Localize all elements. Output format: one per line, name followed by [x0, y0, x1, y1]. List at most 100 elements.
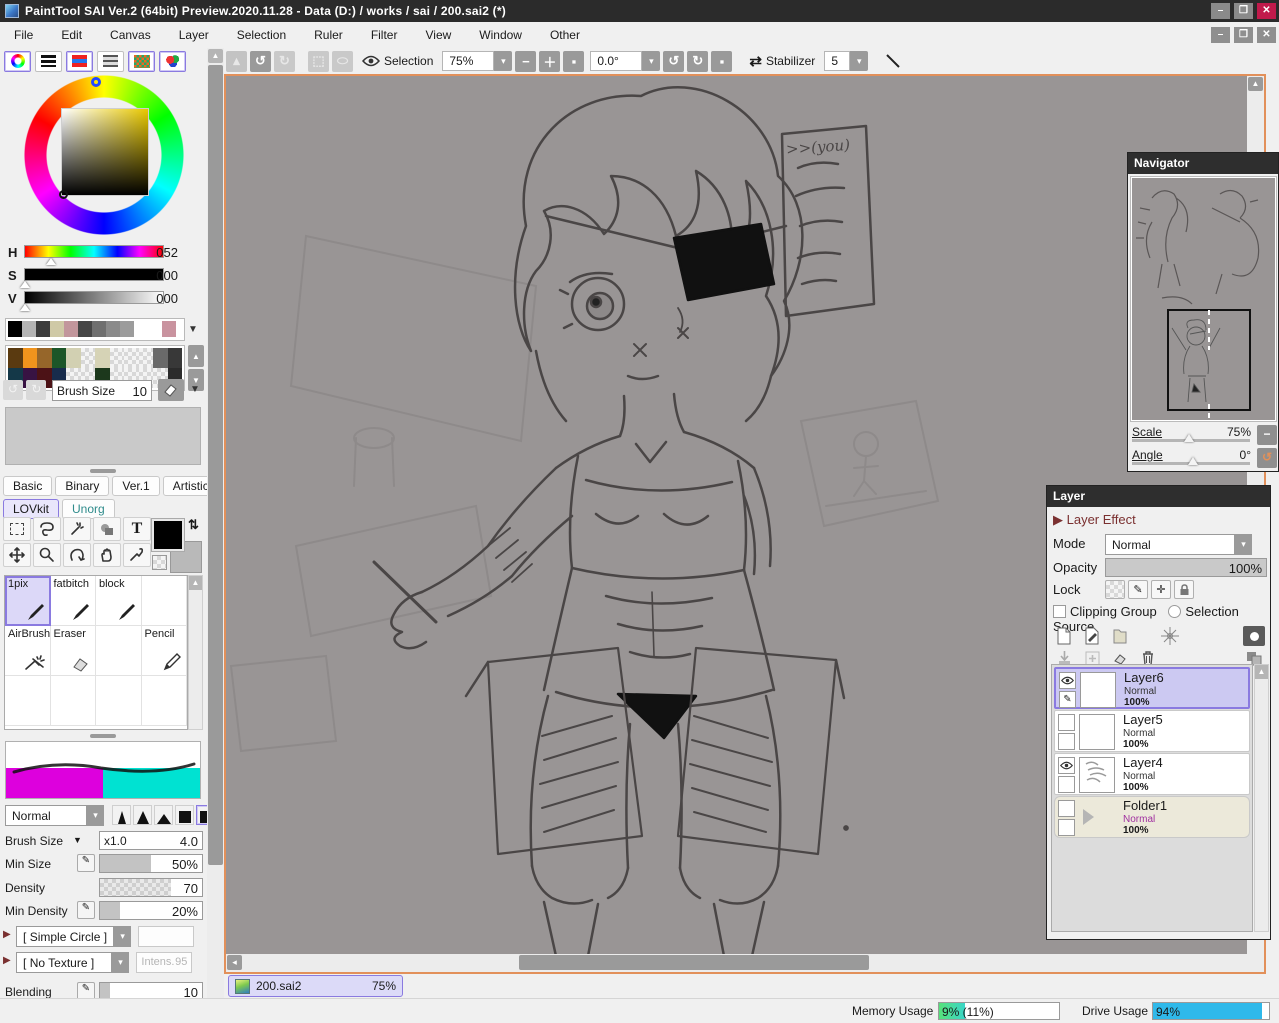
shape-param-field[interactable] [138, 926, 195, 947]
rotate-cw-button[interactable]: ↻ [687, 50, 709, 72]
brush-grid-scrollbar[interactable]: ▲ [188, 575, 203, 730]
color-swatch[interactable] [134, 321, 148, 337]
brush-eraser[interactable]: Eraser [50, 626, 96, 676]
color-wheel-panel-toggle[interactable] [4, 50, 31, 72]
tab-lovkit[interactable]: LOVkit [3, 499, 60, 519]
eyedropper-tool[interactable] [123, 543, 151, 567]
mixer-lines-panel-toggle[interactable] [97, 50, 124, 72]
menu-window[interactable]: Window [465, 24, 536, 46]
paint-target-toggle[interactable] [1058, 819, 1075, 836]
palette-swatch[interactable] [80, 348, 95, 368]
brush-block[interactable]: block [96, 576, 142, 626]
document-tab[interactable]: 200.sai2 75% [228, 975, 403, 997]
brush-redo-icon[interactable]: ↻ [26, 380, 47, 400]
zoom-in-button[interactable]: ＋ [539, 50, 561, 72]
deselect-button[interactable]: ⬭ [332, 50, 353, 72]
angle-reset-button[interactable]: ↺ [1257, 448, 1277, 468]
doc-restore-button[interactable]: ❐ [1234, 27, 1253, 43]
color-swatch[interactable] [92, 321, 106, 337]
scroll-left-icon[interactable]: ◂ [227, 955, 242, 970]
zoom-out-button[interactable]: − [515, 50, 537, 72]
folder-expand-icon[interactable] [1083, 809, 1094, 825]
lock-transparency-icon[interactable] [1105, 580, 1125, 599]
brush-empty5[interactable] [96, 676, 142, 726]
visibility-toggle[interactable] [1058, 714, 1075, 731]
color-swatch[interactable] [120, 321, 134, 337]
scroll-up-icon[interactable]: ▲ [1248, 77, 1263, 91]
redo-button[interactable]: ↻ [274, 50, 295, 72]
brush-shape-value[interactable]: [ Simple Circle ] [16, 926, 115, 947]
panel-scroll-up[interactable]: ▴ [226, 50, 247, 72]
rect-select-tool[interactable] [3, 517, 31, 541]
palette-swatch[interactable] [37, 348, 52, 368]
palette-swatch[interactable] [51, 348, 66, 368]
palette-swatch[interactable] [22, 348, 37, 368]
layer-item-layer5[interactable]: Layer5 Normal 100% [1054, 710, 1250, 752]
brush-undo-icon[interactable]: ↺ [3, 380, 23, 400]
min-density-slider[interactable]: 20% [99, 901, 203, 920]
color-swatch[interactable] [36, 321, 50, 337]
brush-pencil[interactable]: Pencil [141, 626, 187, 676]
text-tool[interactable]: T [123, 517, 151, 541]
brush-empty2[interactable] [96, 626, 142, 676]
undo-button[interactable]: ↺ [250, 50, 271, 72]
swatches-panel-toggle[interactable] [128, 50, 155, 72]
brush-empty3[interactable] [5, 676, 51, 726]
menu-selection[interactable]: Selection [223, 24, 300, 46]
angle-value[interactable]: 0.0° [590, 51, 643, 71]
canvas-horizontal-scrollbar[interactable]: ◂ [226, 954, 1264, 972]
navigator-thumbnail[interactable] [1130, 176, 1277, 422]
brush-size-dropdown-icon[interactable]: ▼ [190, 384, 200, 395]
texture-dropdown-icon[interactable]: ▾ [112, 952, 130, 973]
shape-tool[interactable] [93, 517, 121, 541]
brush-fatbitch[interactable]: fatbitch [50, 576, 96, 626]
foreground-color-swatch[interactable] [151, 518, 185, 552]
scale-slider-marker[interactable] [1184, 434, 1194, 442]
lock-paint-icon[interactable]: ✎ [1128, 580, 1148, 599]
edge-shape-2[interactable] [133, 805, 152, 825]
rotate-ccw-button[interactable]: ↺ [663, 50, 685, 72]
layer-list-scrollbar[interactable]: ▲ [1254, 664, 1269, 932]
doc-close-button[interactable]: ✕ [1257, 27, 1276, 43]
zoom-value[interactable]: 75% [442, 51, 495, 71]
brush-scratch-area[interactable] [5, 407, 201, 465]
angle-dropdown-icon[interactable]: ▾ [642, 51, 661, 71]
layer-mode-dropdown-icon[interactable]: ▾ [1235, 534, 1252, 555]
paint-mode-value[interactable]: Normal [5, 805, 87, 826]
menu-view[interactable]: View [411, 24, 465, 46]
swap-colors-icon[interactable]: ⇅ [188, 517, 199, 533]
paint-target-toggle[interactable] [1058, 733, 1075, 750]
paint-mode-dropdown[interactable]: Normal ▾ [5, 805, 104, 826]
line-tool-icon[interactable] [885, 53, 901, 69]
restore-button[interactable]: ❐ [1234, 3, 1253, 19]
selection-source-radio[interactable] [1168, 605, 1182, 618]
paint-target-toggle[interactable]: ✎ [1059, 691, 1076, 708]
stabilizer-value[interactable]: 5 [824, 51, 851, 71]
doc-minimize-button[interactable]: – [1211, 27, 1230, 43]
zoom-tool[interactable] [33, 543, 61, 567]
move-tool[interactable] [3, 543, 31, 567]
palette-swatch[interactable] [95, 348, 110, 368]
brush-size-field[interactable]: Brush Size 10 [52, 380, 152, 401]
value-slider-marker[interactable] [20, 304, 30, 311]
transparent-color-swatch[interactable] [152, 555, 167, 570]
palette-swatch[interactable] [109, 348, 124, 368]
rotate-canvas-tool[interactable] [63, 543, 91, 567]
new-layer-icon[interactable] [1053, 626, 1075, 646]
edge-shape-3[interactable] [154, 805, 173, 825]
new-linework-layer-icon[interactable] [1081, 626, 1103, 646]
brush-shape-dropdown[interactable]: [ Simple Circle ] ▾ [16, 926, 132, 947]
scroll-up-icon[interactable]: ▲ [189, 576, 202, 590]
pressure-toggle-icon[interactable]: ✎ [77, 854, 95, 872]
menu-filter[interactable]: Filter [357, 24, 412, 46]
lock-move-icon[interactable]: ✛ [1151, 580, 1171, 599]
menu-file[interactable]: File [0, 24, 47, 46]
scroll-up-icon[interactable]: ▲ [208, 49, 223, 63]
menu-ruler[interactable]: Ruler [300, 24, 357, 46]
layer-mode-dropdown[interactable]: Normal ▾ [1105, 534, 1252, 555]
layer-item-layer4[interactable]: Layer4 Normal 100% [1054, 753, 1250, 795]
brush-1pix[interactable]: 1pix [5, 576, 51, 626]
magic-wand-tool[interactable] [63, 517, 91, 541]
minimize-button[interactable]: – [1211, 3, 1230, 19]
flip-horizontal-icon[interactable]: ⇄ [749, 52, 762, 70]
